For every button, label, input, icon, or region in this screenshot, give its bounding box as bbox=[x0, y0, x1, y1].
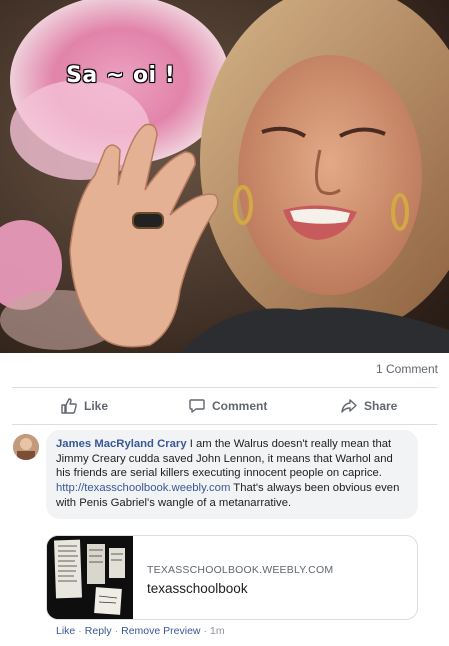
separator: · bbox=[114, 625, 119, 637]
comment-label: Comment bbox=[212, 399, 268, 413]
comment-bubble: James MacRyland Crary I am the Walrus do… bbox=[46, 430, 418, 519]
comment-link[interactable]: http://texasschoolbook.weebly.com bbox=[56, 482, 230, 494]
share-icon bbox=[340, 397, 358, 415]
photo-caption: Sa ~ oi ! bbox=[66, 63, 176, 88]
preview-domain: TEXASSCHOOLBOOK.WEEBLY.COM bbox=[147, 564, 334, 576]
share-label: Share bbox=[364, 399, 398, 413]
comment-count-link[interactable]: 1 Comment bbox=[376, 362, 438, 376]
preview-thumbnail bbox=[47, 536, 133, 619]
comment-reply-link[interactable]: Reply bbox=[85, 625, 112, 637]
photo-illustration bbox=[0, 0, 449, 353]
post-photo[interactable]: Sa ~ oi ! bbox=[0, 0, 449, 353]
comment-button[interactable]: Comment bbox=[188, 390, 267, 422]
facebook-post: Sa ~ oi ! 1 Comment Like Comment Share J… bbox=[0, 0, 449, 646]
divider bbox=[12, 424, 437, 425]
post-counts: 1 Comment bbox=[0, 353, 449, 387]
link-preview-card[interactable]: TEXASSCHOOLBOOK.WEEBLY.COM texasschoolbo… bbox=[46, 535, 418, 620]
preview-title: texasschoolbook bbox=[147, 581, 248, 596]
comment-timestamp[interactable]: 1m bbox=[210, 625, 225, 637]
divider bbox=[12, 387, 437, 388]
separator: · bbox=[203, 625, 208, 637]
comment-actions: Like · Reply · Remove Preview · 1m bbox=[56, 625, 225, 637]
share-button[interactable]: Share bbox=[340, 390, 397, 422]
like-icon bbox=[60, 397, 78, 415]
remove-preview-link[interactable]: Remove Preview bbox=[121, 625, 200, 637]
post-action-bar: Like Comment Share bbox=[0, 390, 449, 422]
separator: · bbox=[78, 625, 82, 637]
like-label: Like bbox=[84, 399, 109, 413]
avatar[interactable] bbox=[13, 434, 39, 460]
comment-author[interactable]: James MacRyland Crary bbox=[56, 438, 187, 450]
like-button[interactable]: Like bbox=[60, 390, 108, 422]
comment-icon bbox=[188, 397, 206, 415]
comment-like-link[interactable]: Like bbox=[56, 625, 75, 637]
